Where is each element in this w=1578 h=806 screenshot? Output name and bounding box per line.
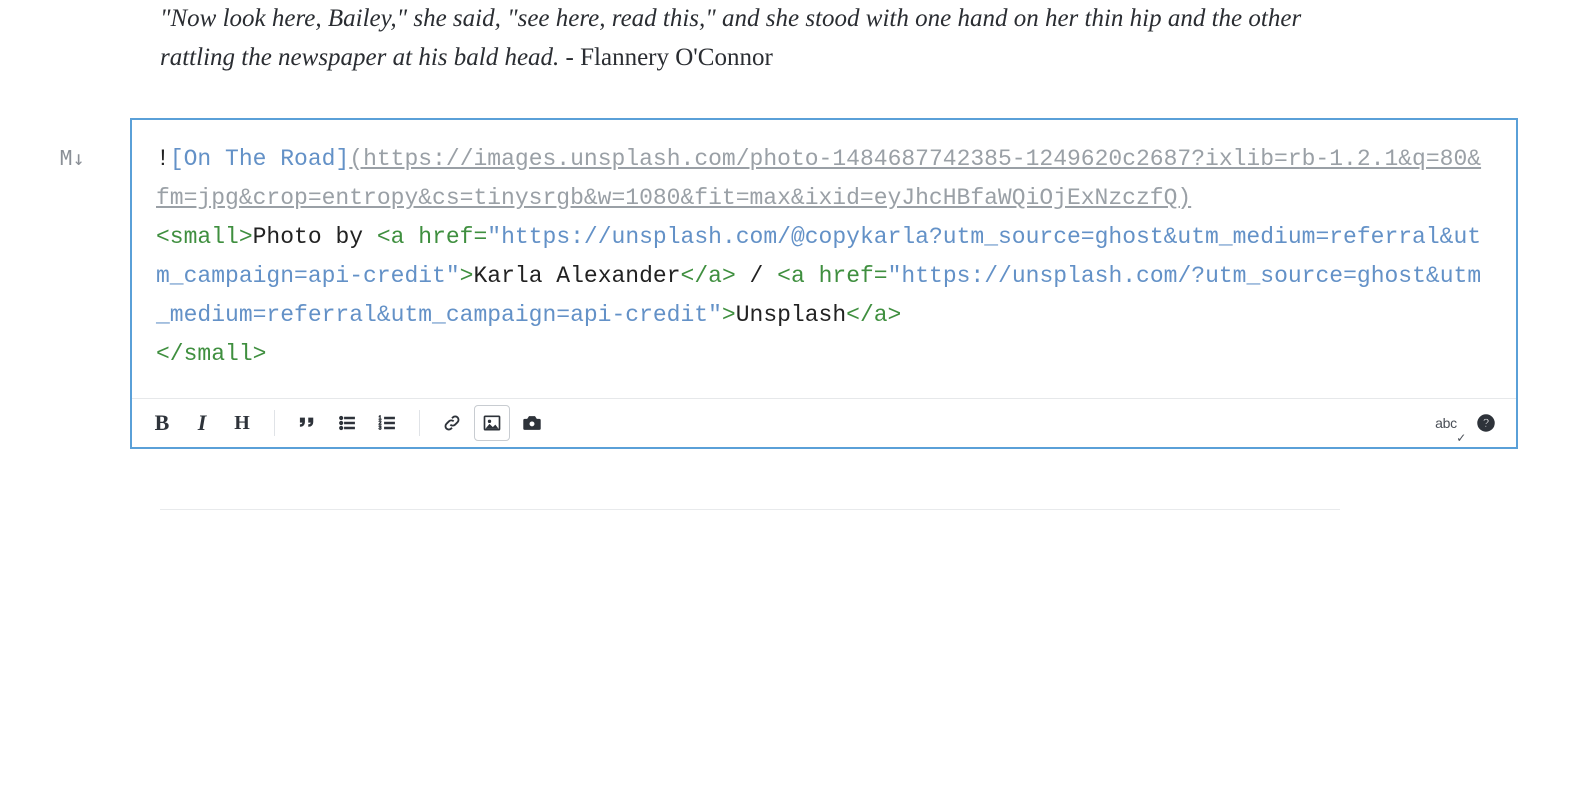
md-href-word-2: href=: [805, 263, 888, 289]
md-url-open: (: [349, 146, 363, 172]
divider: [160, 509, 1340, 510]
image-button[interactable]: [474, 405, 510, 441]
svg-text:3: 3: [379, 426, 382, 432]
md-link-text-1: Karla Alexander: [473, 263, 680, 289]
quote-author: Flannery O'Connor: [580, 44, 773, 71]
md-small-close: </small>: [156, 341, 266, 367]
ordered-list-icon: 123: [377, 413, 397, 433]
editor-toolbar: B I H 123 abc: [132, 398, 1516, 447]
md-bang: !: [156, 146, 170, 172]
md-quote-1a: ": [487, 224, 501, 250]
svg-text:?: ?: [1482, 417, 1489, 430]
link-icon: [442, 413, 462, 433]
help-button[interactable]: ?: [1468, 405, 1504, 441]
image-icon: [482, 413, 502, 433]
heading-button[interactable]: H: [224, 405, 260, 441]
md-a-open-2: <a: [777, 263, 805, 289]
camera-button[interactable]: [514, 405, 550, 441]
italic-button[interactable]: I: [184, 405, 220, 441]
spellcheck-button[interactable]: abc: [1428, 405, 1464, 441]
md-bracket-open: [: [170, 146, 184, 172]
md-link-text-2: Unsplash: [736, 302, 846, 328]
md-alt-text: On The Road: [184, 146, 336, 172]
md-gt-2: >: [722, 302, 736, 328]
toolbar-separator: [419, 410, 420, 436]
md-quote-2b: ": [708, 302, 722, 328]
md-slash: /: [736, 263, 777, 289]
md-quote-2a: ": [888, 263, 902, 289]
md-a-close-2: </a>: [846, 302, 901, 328]
quote-button[interactable]: [289, 405, 325, 441]
md-photo-by: Photo by: [253, 224, 377, 250]
quote-sep: -: [559, 44, 580, 71]
markdown-editor-cell[interactable]: ![On The Road](https://images.unsplash.c…: [130, 118, 1518, 450]
unordered-list-icon: [337, 413, 357, 433]
unordered-list-button[interactable]: [329, 405, 365, 441]
quote-block: "Now look here, Bailey," she said, "see …: [160, 0, 1340, 78]
quote-icon: [297, 413, 317, 433]
toolbar-separator: [274, 410, 275, 436]
md-quote-1b: ": [446, 263, 460, 289]
md-a-open-1: <a: [377, 224, 405, 250]
link-button[interactable]: [434, 405, 470, 441]
help-icon: ?: [1476, 413, 1496, 433]
bold-button[interactable]: B: [144, 405, 180, 441]
md-href-word-1: href=: [404, 224, 487, 250]
cell-type-indicator: M↓: [60, 118, 130, 170]
md-bracket-close: ]: [335, 146, 349, 172]
markdown-cell-row: M↓ ![On The Road](https://images.unsplas…: [60, 118, 1518, 450]
markdown-code-area[interactable]: ![On The Road](https://images.unsplash.c…: [132, 120, 1516, 399]
md-gt-1: >: [460, 263, 474, 289]
md-small-open: <small>: [156, 224, 253, 250]
camera-icon: [521, 412, 543, 434]
ordered-list-button[interactable]: 123: [369, 405, 405, 441]
md-a-close-1: </a>: [681, 263, 736, 289]
